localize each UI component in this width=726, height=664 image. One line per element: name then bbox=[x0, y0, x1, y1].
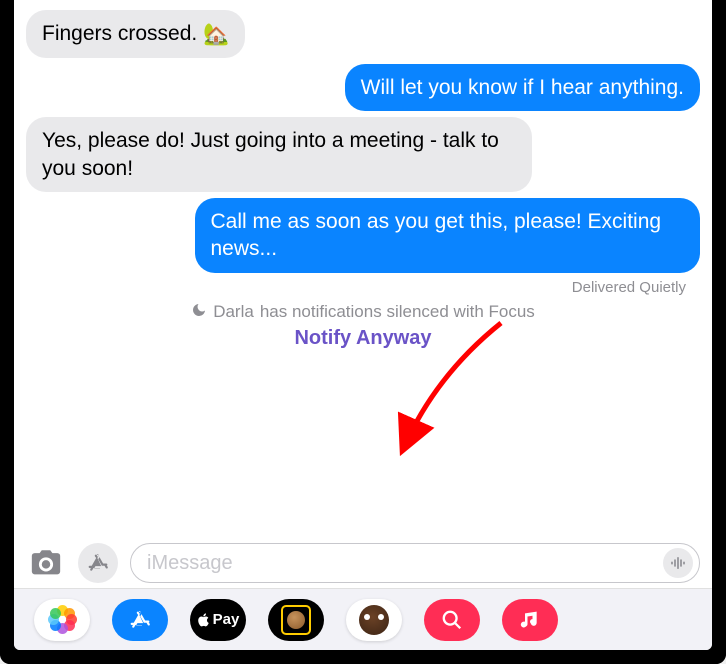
voice-message-button[interactable] bbox=[663, 548, 693, 578]
composer-bar: iMessage bbox=[14, 538, 712, 588]
apple-logo-icon bbox=[197, 613, 211, 627]
photos-icon bbox=[48, 606, 76, 634]
app-store-button[interactable] bbox=[78, 543, 118, 583]
hashtag-images-app-button[interactable] bbox=[424, 599, 480, 641]
message-input[interactable]: iMessage bbox=[130, 543, 700, 583]
moon-icon bbox=[191, 302, 207, 323]
message-text: Yes, please do! Just going into a meetin… bbox=[42, 129, 499, 179]
camera-button[interactable] bbox=[26, 543, 66, 583]
house-emoji: 🏡 bbox=[203, 23, 229, 46]
imessage-apps-button[interactable] bbox=[112, 599, 168, 641]
message-incoming[interactable]: Fingers crossed. 🏡 bbox=[26, 10, 700, 58]
message-outgoing[interactable]: Call me as soon as you get this, please!… bbox=[26, 198, 700, 273]
memoji-app-button[interactable] bbox=[268, 599, 324, 641]
apple-pay-label: Pay bbox=[213, 611, 240, 628]
photos-app-button[interactable] bbox=[34, 599, 90, 641]
app-store-icon bbox=[129, 609, 151, 631]
camera-icon bbox=[29, 546, 63, 580]
focus-status-row: Darla has notifications silenced with Fo… bbox=[26, 302, 700, 323]
focus-status-text: has notifications silenced with Focus bbox=[260, 302, 535, 322]
audio-wave-icon bbox=[669, 554, 687, 572]
messages-conversation[interactable]: Fingers crossed. 🏡 Will let you know if … bbox=[14, 0, 712, 530]
message-incoming[interactable]: Yes, please do! Just going into a meetin… bbox=[26, 117, 700, 192]
animoji-app-button[interactable] bbox=[346, 599, 402, 641]
message-text: Call me as soon as you get this, please!… bbox=[211, 210, 662, 260]
memoji-icon bbox=[281, 605, 311, 635]
input-placeholder: iMessage bbox=[147, 552, 233, 575]
animoji-icon bbox=[359, 605, 389, 635]
music-app-button[interactable] bbox=[502, 599, 558, 641]
notify-anyway-button[interactable]: Notify Anyway bbox=[294, 327, 431, 349]
app-drawer[interactable]: Pay bbox=[14, 588, 712, 650]
music-note-icon bbox=[520, 610, 540, 630]
message-text: Will let you know if I hear anything. bbox=[361, 76, 684, 99]
apple-pay-app-button[interactable]: Pay bbox=[190, 599, 246, 641]
message-text: Fingers crossed. bbox=[42, 22, 197, 45]
search-icon bbox=[441, 609, 463, 631]
message-outgoing[interactable]: Will let you know if I hear anything. bbox=[26, 64, 700, 111]
app-store-icon bbox=[87, 552, 109, 574]
delivery-status: Delivered Quietly bbox=[26, 279, 700, 296]
focus-contact-name: Darla bbox=[213, 302, 254, 322]
